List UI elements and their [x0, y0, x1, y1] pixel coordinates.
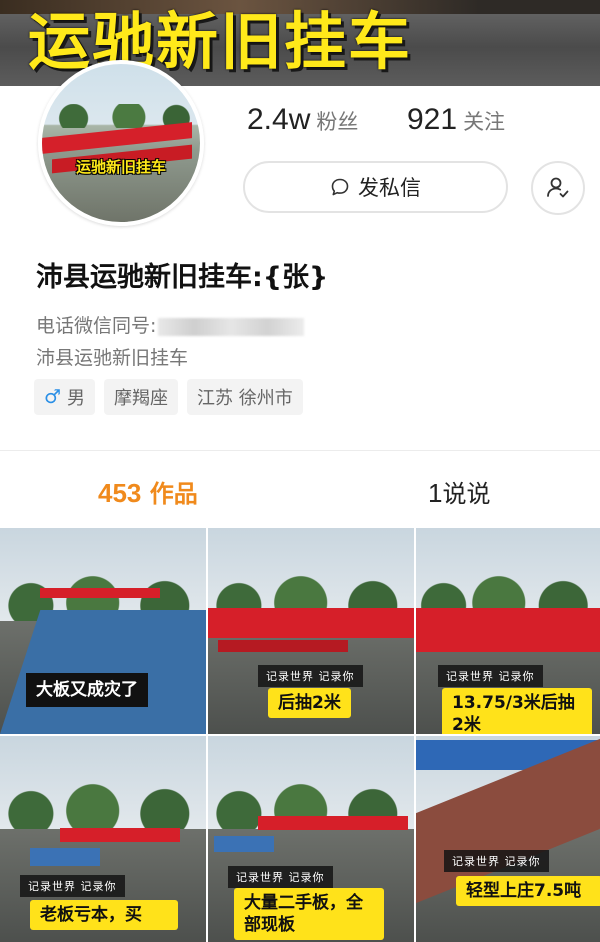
video-caption: 老板亏本，买 [30, 900, 178, 930]
trailer-bed [208, 608, 414, 638]
blurred-phone-number [158, 317, 305, 336]
gender-label: 男 [67, 388, 86, 409]
video-caption: 大量二手板，全部现板 [234, 888, 384, 940]
avatar[interactable]: 运驰新旧挂车 [38, 60, 204, 226]
avatar-label: 运驰新旧挂车 [75, 158, 166, 176]
trailer-bed [214, 836, 274, 852]
video-thumbnail[interactable]: 记录世界 记录你 轻型上庄7.5吨 [416, 736, 600, 942]
trailer-bed [40, 588, 160, 598]
fans-count: 2.4w [247, 103, 311, 136]
trailer-bed [60, 828, 180, 842]
fans-label: 粉丝 [316, 110, 359, 134]
record-badge: 记录世界 记录你 [228, 866, 333, 888]
send-message-label: 发私信 [358, 176, 421, 200]
video-thumbnail[interactable]: 记录世界 记录你 大量二手板，全部现板 [208, 736, 414, 942]
video-caption: 大板又成灾了 [26, 673, 148, 707]
bio-line-phone: 电话微信同号: [36, 311, 305, 338]
profile-name: 沛县运驰新旧挂车:{张} [36, 262, 329, 293]
talk-label: 说说 [442, 480, 491, 508]
tab-works[interactable]: 453 作品 [98, 474, 198, 509]
divider [0, 450, 600, 451]
send-message-button[interactable]: 发私信 [243, 161, 508, 213]
tab-talk[interactable]: 1说说 [428, 474, 490, 509]
profile-tags: ♂ 男 摩羯座 江苏 徐州市 [34, 379, 303, 415]
trailer-bed [416, 608, 600, 652]
trailer-bed [30, 848, 100, 866]
zodiac-tag: 摩羯座 [104, 379, 179, 415]
record-badge: 记录世界 记录你 [444, 850, 549, 872]
trailer-bed [218, 640, 348, 652]
works-label: 作品 [149, 480, 198, 508]
chat-bubble-icon [331, 178, 349, 196]
record-badge: 记录世界 记录你 [258, 665, 363, 687]
gender-tag: ♂ 男 [34, 379, 96, 415]
talk-count: 1 [428, 478, 443, 508]
video-thumbnail[interactable]: 记录世界 记录你 后抽2米 [208, 528, 414, 734]
works-count: 453 [98, 478, 142, 508]
video-thumbnail[interactable]: 记录世界 记录你 老板亏本，买 [0, 736, 206, 942]
record-badge: 记录世界 记录你 [20, 875, 125, 897]
bio-line: 沛县运驰新旧挂车 [36, 347, 189, 369]
video-caption: 13.75/3米后抽2米 [442, 688, 592, 734]
video-thumbnail[interactable]: 记录世界 记录你 13.75/3米后抽2米 [416, 528, 600, 734]
male-icon: ♂ [44, 386, 62, 408]
video-grid: 大板又成灾了 记录世界 记录你 后抽2米 记录世界 记录你 13.75/3米后抽… [0, 528, 600, 942]
follow-count: 921 [407, 103, 458, 136]
record-badge: 记录世界 记录你 [438, 665, 543, 687]
user-check-icon [547, 177, 569, 198]
follow-button[interactable] [531, 161, 585, 215]
video-thumbnail[interactable]: 大板又成灾了 [0, 528, 206, 734]
video-caption: 后抽2米 [268, 688, 351, 718]
thumb-trees [0, 773, 206, 831]
location-tag: 江苏 徐州市 [187, 379, 303, 415]
bio-phone-label: 电话微信同号: [36, 315, 157, 337]
video-caption: 轻型上庄7.5吨 [456, 876, 600, 906]
trailer-bed [258, 816, 408, 830]
fans-stat[interactable]: 2.4w 粉丝 [247, 103, 358, 137]
follow-label: 关注 [463, 110, 506, 134]
follow-stat[interactable]: 921 关注 [407, 103, 505, 137]
